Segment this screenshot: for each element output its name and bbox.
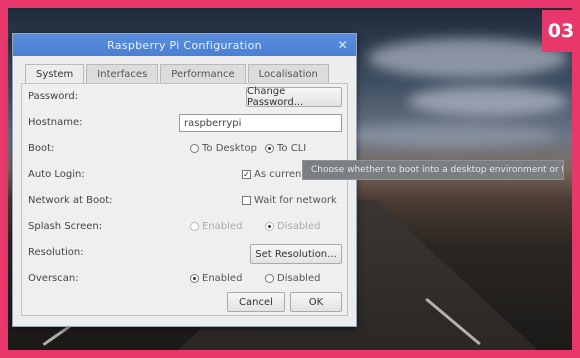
change-password-button[interactable]: Change Password... — [246, 86, 342, 108]
tab-interfaces[interactable]: Interfaces — [86, 64, 159, 83]
boot-desktop-radio[interactable]: To Desktop — [190, 143, 257, 154]
network-wait-checkbox[interactable]: Wait for network — [242, 195, 337, 206]
overscan-label: Overscan: — [28, 272, 79, 284]
cancel-button[interactable]: Cancel — [227, 292, 285, 312]
overscan-disabled-radio[interactable]: Disabled — [265, 273, 320, 284]
boot-tooltip: Choose whether to boot into a desktop en… — [302, 160, 564, 180]
dialog-title: Raspberry Pi Configuration — [107, 38, 262, 52]
system-panel: Password: Change Password... Hostname: r… — [21, 83, 348, 316]
radio-icon — [190, 222, 199, 231]
tab-performance[interactable]: Performance — [160, 64, 246, 83]
tab-bar: System Interfaces Performance Localisati… — [25, 64, 356, 84]
network-boot-label: Network at Boot: — [28, 194, 113, 206]
overscan-enabled-radio[interactable]: Enabled — [190, 273, 242, 284]
boot-desktop-label: To Desktop — [202, 143, 257, 154]
sky-cloud — [338, 123, 558, 148]
tab-localisation[interactable]: Localisation — [247, 64, 329, 83]
set-resolution-button[interactable]: Set Resolution... — [250, 244, 342, 264]
splash-disabled-label: Disabled — [277, 221, 321, 232]
hostname-label: Hostname: — [28, 116, 83, 128]
network-option-label: Wait for network — [254, 195, 337, 206]
checkbox-checked-icon: ✓ — [242, 170, 251, 179]
splash-enabled-label: Enabled — [202, 221, 243, 232]
radio-selected-icon — [190, 274, 199, 283]
checkbox-icon — [242, 196, 251, 205]
boot-cli-label: To CLI — [277, 143, 307, 154]
autologin-label: Auto Login: — [28, 168, 85, 180]
boot-cli-radio[interactable]: To CLI — [265, 143, 306, 154]
splash-disabled-radio[interactable]: Disabled — [265, 221, 320, 232]
config-dialog: Raspberry Pi Configuration ✕ System Inte… — [12, 33, 357, 327]
radio-icon — [190, 144, 199, 153]
boot-label: Boot: — [28, 142, 55, 154]
overscan-enabled-label: Enabled — [202, 273, 243, 284]
resolution-label: Resolution: — [28, 246, 84, 258]
radio-selected-icon — [265, 222, 274, 231]
radio-selected-icon — [265, 144, 274, 153]
splash-label: Splash Screen: — [28, 220, 103, 232]
tab-system[interactable]: System — [25, 64, 85, 84]
radio-icon — [265, 274, 274, 283]
close-icon[interactable]: ✕ — [338, 38, 348, 52]
dialog-titlebar[interactable]: Raspberry Pi Configuration ✕ — [13, 34, 356, 56]
splash-enabled-radio[interactable]: Enabled — [190, 221, 242, 232]
password-label: Password: — [28, 90, 79, 102]
sky-cloud — [408, 86, 568, 116]
ok-button[interactable]: OK — [290, 292, 342, 312]
hostname-input[interactable]: raspberrypi — [179, 114, 342, 132]
step-number-badge: 03 — [542, 10, 580, 52]
overscan-disabled-label: Disabled — [277, 273, 321, 284]
sky-cloud — [368, 38, 568, 78]
